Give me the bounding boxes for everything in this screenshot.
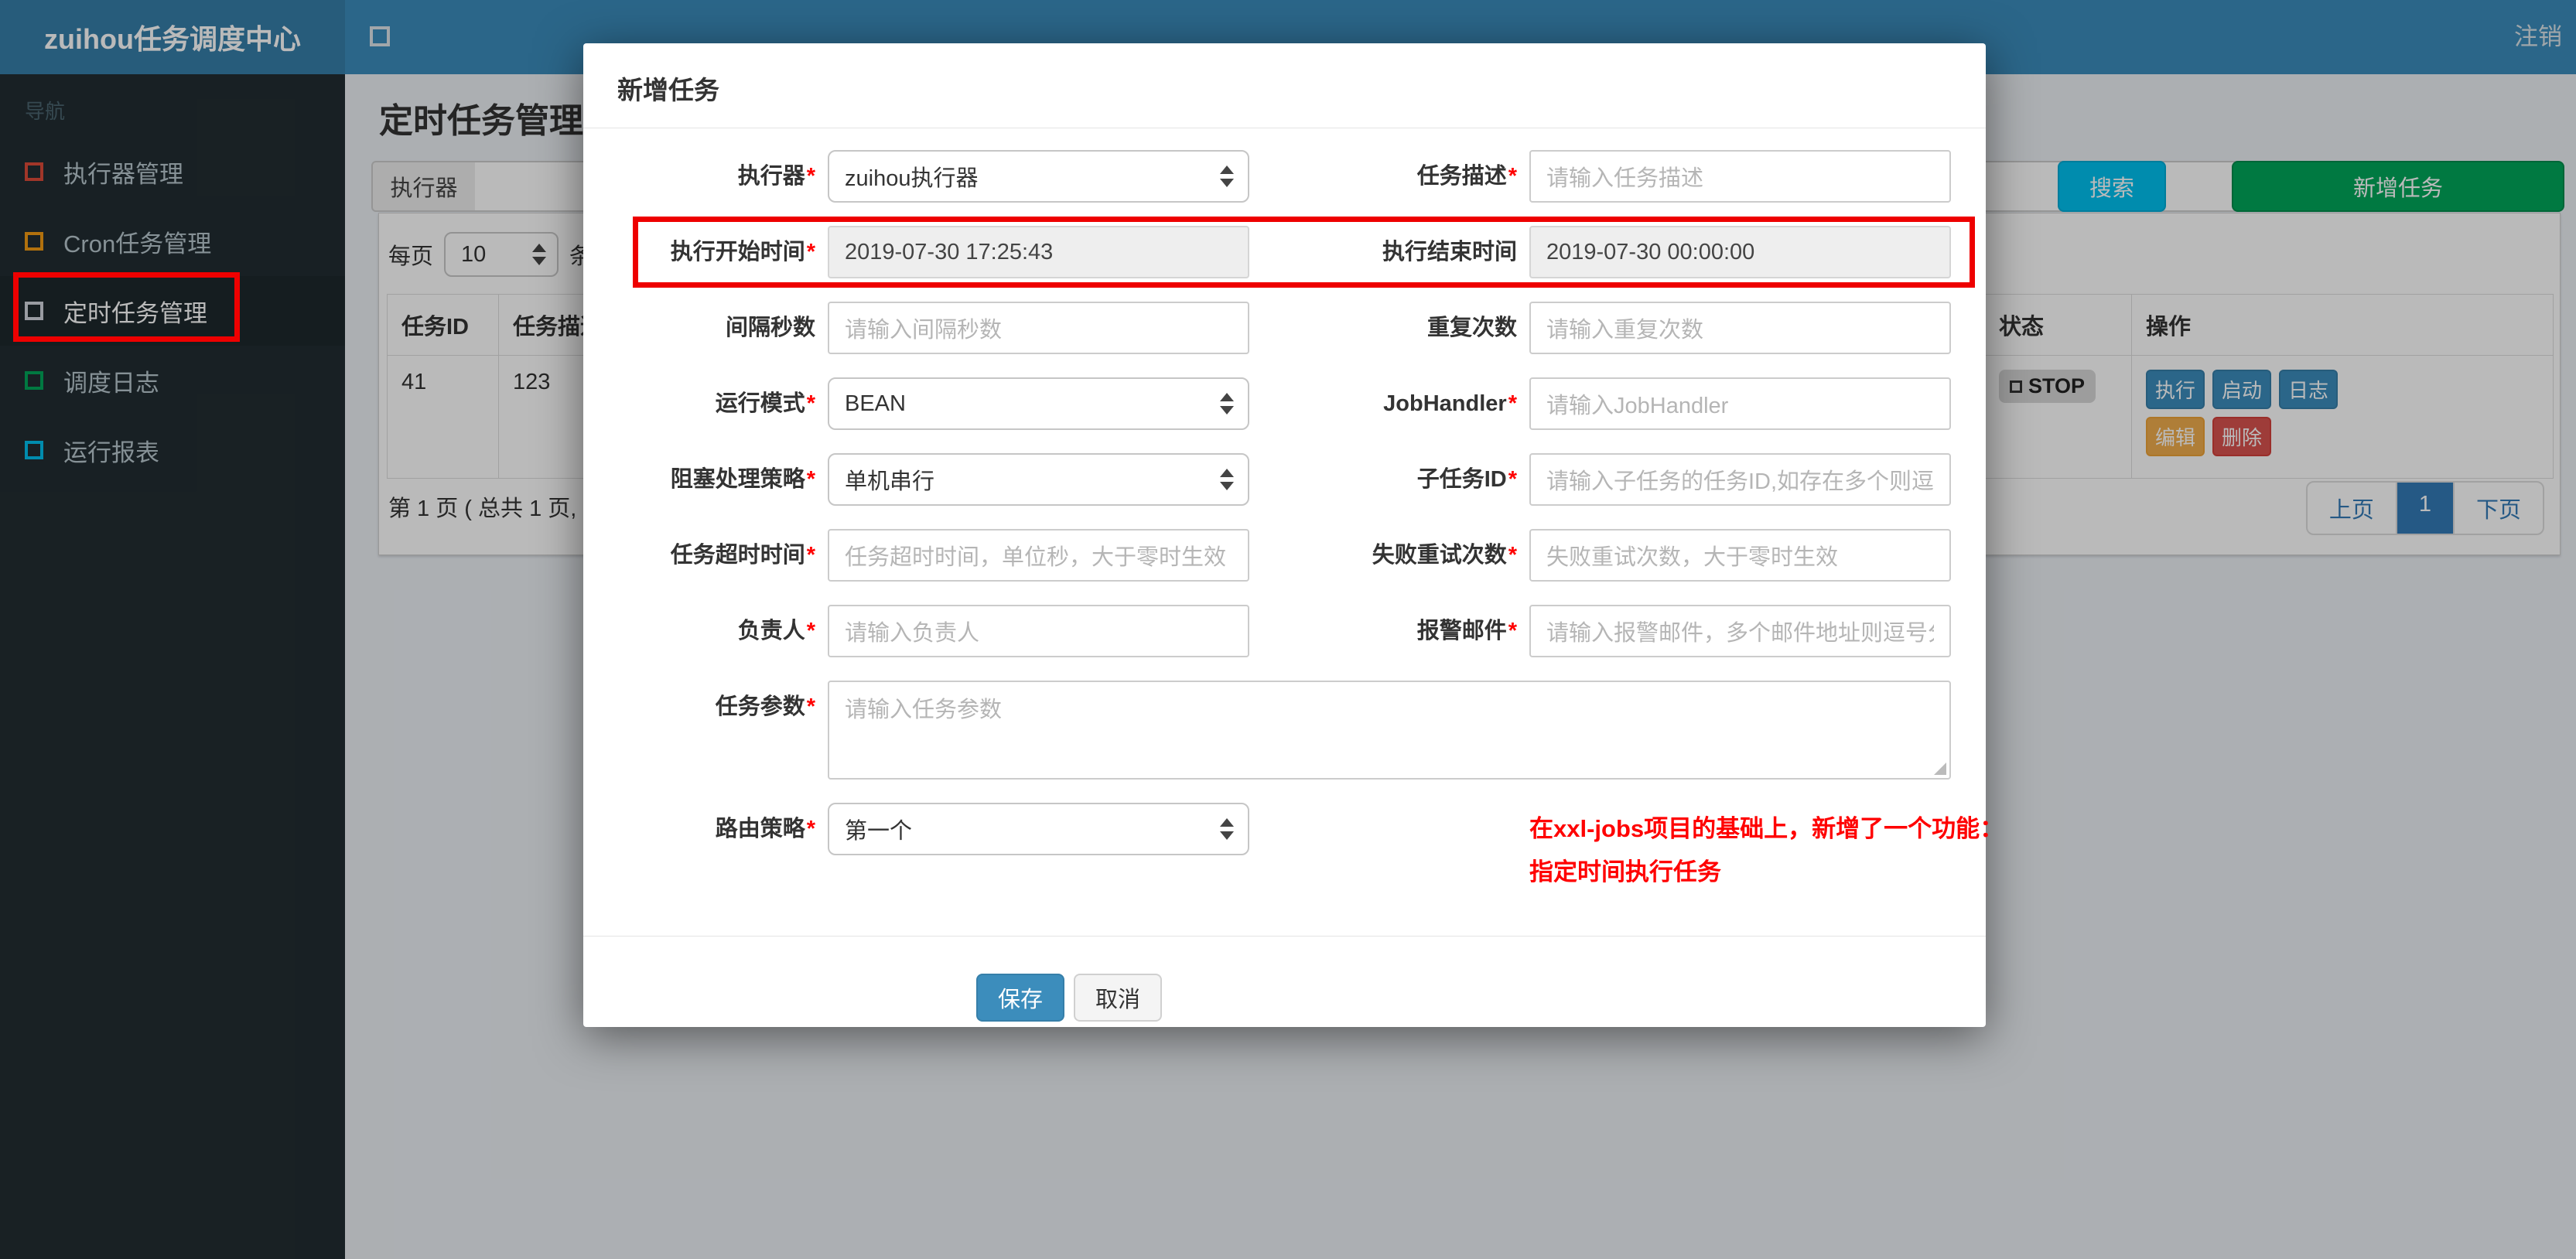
annotation-note: 在xxl-jobs项目的基础上，新增了一个功能： 指定时间执行任务 [1262, 803, 2004, 894]
modal-footer: 保存 取消 [583, 936, 1986, 1022]
executor-select[interactable]: zuihou执行器 [828, 150, 1249, 203]
form-row-owner: 负责人* 请输入负责人 报警邮件* 请输入报警邮件，多个邮件地址则逗号分隔 [617, 605, 1952, 657]
run-mode-label: 运行模式* [715, 391, 815, 416]
save-button[interactable]: 保存 [976, 974, 1065, 1022]
job-desc-label: 任务描述* [1416, 164, 1517, 189]
resize-handle-icon[interactable] [1934, 763, 1946, 775]
jobhandler-input[interactable]: 请输入JobHandler [1529, 377, 1951, 430]
app-root: zuihou任务调度中心 注销 导航 执行器管理 Cron任务管理 定时任务管理… [0, 0, 2576, 1259]
repeat-count-label: 重复次数 [1426, 316, 1517, 340]
form-row-block-strategy: 阻塞处理策略* 单机串行 子任务ID* 请输入子任务的任务ID,如存在多个则逗号… [617, 453, 1952, 506]
form-row-interval: 间隔秒数 请输入间隔秒数 重复次数 请输入重复次数 [617, 302, 1952, 354]
interval-label: 间隔秒数 [725, 316, 815, 340]
cancel-button[interactable]: 取消 [1074, 974, 1163, 1022]
select-arrows-icon [1220, 469, 1234, 490]
select-arrows-icon [1220, 165, 1234, 187]
route-strategy-select-value: 第一个 [845, 819, 913, 844]
alarm-email-label: 报警邮件* [1416, 619, 1517, 643]
form-row-timeout: 任务超时时间* 任务超时时间，单位秒，大于零时生效 失败重试次数* 失败重试次数… [617, 529, 1952, 582]
owner-input[interactable]: 请输入负责人 [828, 605, 1249, 657]
add-task-modal: 新增任务 执行器* zuihou执行器 任务描述* 请输入任务描述 执行开始时间… [583, 43, 2004, 1027]
alarm-email-input[interactable]: 请输入报警邮件，多个邮件地址则逗号分隔 [1529, 605, 1951, 657]
start-time-label: 执行开始时间* [670, 240, 815, 264]
job-desc-input[interactable]: 请输入任务描述 [1529, 150, 1951, 203]
executor-label: 执行器* [737, 164, 815, 189]
modal-header: 新增任务 [583, 43, 1986, 128]
run-mode-select-value: BEAN [845, 391, 906, 416]
route-strategy-select[interactable]: 第一个 [828, 803, 1249, 855]
repeat-count-input[interactable]: 请输入重复次数 [1529, 302, 1951, 354]
jobhandler-label: JobHandler* [1383, 391, 1517, 416]
select-arrows-icon [1220, 393, 1234, 415]
job-params-textarea[interactable]: 请输入任务参数 [828, 681, 1951, 780]
form-row-runmode: 运行模式* BEAN JobHandler* 请输入JobHandler [617, 377, 1952, 430]
block-strategy-select-value: 单机串行 [845, 469, 935, 494]
retry-count-input[interactable]: 失败重试次数，大于零时生效 [1529, 529, 1951, 582]
modal-title: 新增任务 [617, 76, 719, 104]
modal-body: 执行器* zuihou执行器 任务描述* 请输入任务描述 执行开始时间* 201… [583, 128, 2004, 894]
footer-spacer [617, 974, 967, 1022]
executor-select-value: zuihou执行器 [845, 166, 979, 191]
child-job-id-input[interactable]: 请输入子任务的任务ID,如存在多个则逗号分隔 [1529, 453, 1951, 506]
start-time-input[interactable]: 2019-07-30 17:25:43 [828, 226, 1249, 278]
form-row-executor: 执行器* zuihou执行器 任务描述* 请输入任务描述 [617, 150, 1952, 203]
annotation-note-line1: 在xxl-jobs项目的基础上，新增了一个功能： [1529, 815, 2004, 842]
run-mode-select[interactable]: BEAN [828, 377, 1249, 430]
timeout-label: 任务超时时间* [670, 543, 815, 568]
job-params-label: 任务参数* [715, 694, 815, 719]
form-row-route: 路由策略* 第一个 在xxl-jobs项目的基础上，新增了一个功能： 指定时间执… [617, 803, 2004, 894]
owner-label: 负责人* [737, 619, 815, 643]
block-strategy-select[interactable]: 单机串行 [828, 453, 1249, 506]
route-strategy-label: 路由策略* [715, 817, 815, 841]
form-row-params: 任务参数* 请输入任务参数 [617, 681, 1952, 780]
annotation-note-line2: 指定时间执行任务 [1529, 858, 1721, 885]
end-time-input[interactable]: 2019-07-30 00:00:00 [1529, 226, 1951, 278]
child-job-id-label: 子任务ID* [1416, 467, 1517, 492]
retry-count-label: 失败重试次数* [1372, 543, 1517, 568]
timeout-input[interactable]: 任务超时时间，单位秒，大于零时生效 [828, 529, 1249, 582]
form-row-time: 执行开始时间* 2019-07-30 17:25:43 执行结束时间 2019-… [617, 217, 1975, 288]
interval-input[interactable]: 请输入间隔秒数 [828, 302, 1249, 354]
select-arrows-icon [1220, 818, 1234, 840]
end-time-label: 执行结束时间 [1382, 240, 1517, 264]
block-strategy-label: 阻塞处理策略* [670, 467, 815, 492]
